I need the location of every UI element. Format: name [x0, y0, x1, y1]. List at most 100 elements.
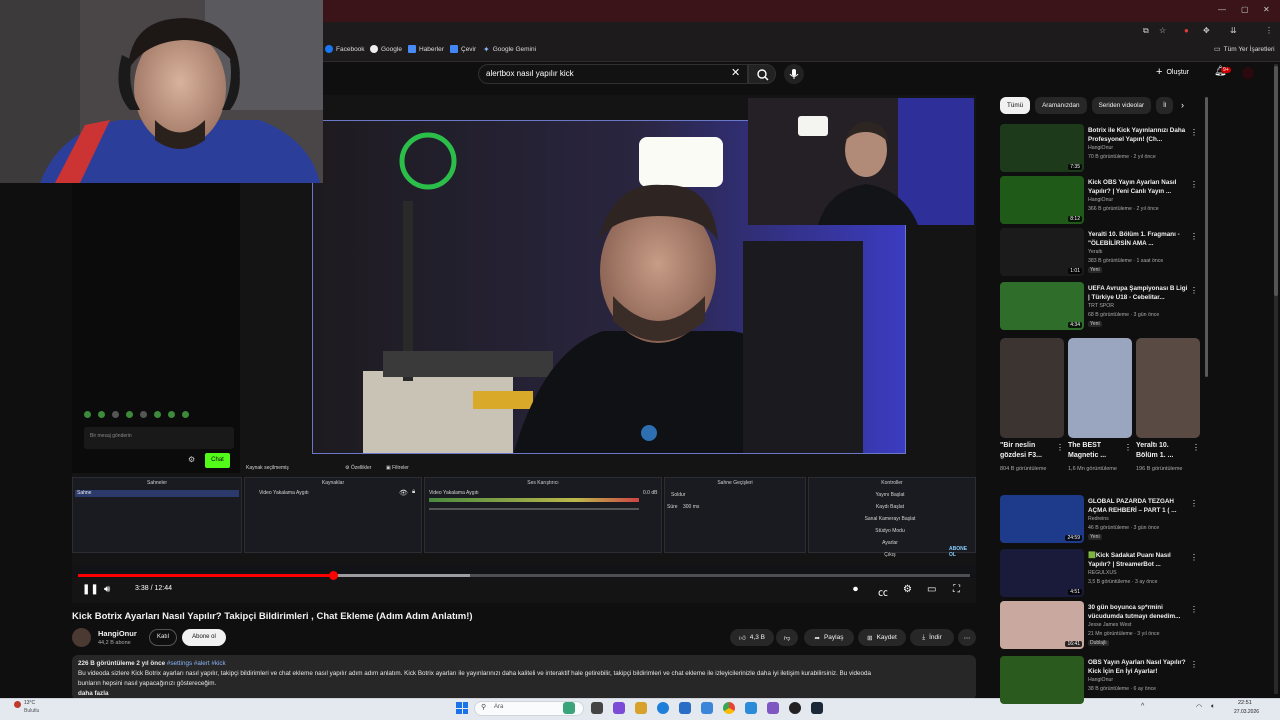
recommendation-title[interactable]: UEFA Avrupa Şampiyonası B Ligi | Türkiye…	[1088, 284, 1188, 302]
bookmark-cevir[interactable]: Çevir	[450, 45, 476, 53]
start-virtual-camera-button[interactable]: Sanal Kamerayı Başlat	[812, 515, 968, 524]
short-thumbnail[interactable]	[1068, 338, 1132, 438]
extension-icon[interactable]: ●	[1184, 26, 1189, 35]
subtitles-icon[interactable]: ㏄	[878, 584, 888, 599]
recommendation-item[interactable]: OBS Yayın Ayarları Nasıl Yapılır? Kick İ…	[1000, 656, 1200, 706]
chevron-right-icon[interactable]: ›	[1181, 100, 1184, 110]
recommendation-channel[interactable]: REGULXUS	[1088, 570, 1117, 576]
recommendation-item[interactable]: 1:01 Yeralti 10. Bölüm 1. Fragmanı - "ÖLE…	[1000, 228, 1200, 278]
settings-button[interactable]: Ayarlar	[812, 539, 968, 548]
download-button[interactable]: ⤓ İndir	[910, 629, 954, 646]
downloads-icon[interactable]: ⇊	[1230, 26, 1237, 35]
short-title[interactable]: Yeraltı 10. Bölüm 1. ...	[1136, 441, 1188, 461]
save-button[interactable]: ⊞ Kaydet	[858, 629, 906, 646]
source-item[interactable]: Video Yakalama Aygıtı	[259, 490, 309, 496]
recommendation-title[interactable]: Yeralti 10. Bölüm 1. Fragmanı - "ÖLEBİLİ…	[1088, 230, 1188, 248]
studio-mode-button[interactable]: Stüdyo Modu	[812, 527, 968, 536]
speaker-icon[interactable]: 🔈︎	[1211, 703, 1215, 711]
chip-all[interactable]: Tümü	[1000, 97, 1031, 114]
short-thumbnail[interactable]	[1000, 338, 1064, 438]
chat-message-input[interactable]: Bir mesaj gönderin	[84, 427, 234, 449]
recommendation-item[interactable]: 24:59 GLOBAL PAZARDA TEZGAH AÇMA REHBERİ …	[1000, 495, 1200, 545]
volume-icon[interactable]: 🔊︎	[104, 584, 110, 595]
weather-temperature[interactable]: 13°C	[24, 700, 35, 706]
chip-series[interactable]: Seriden videolar	[1091, 97, 1152, 114]
page-scrollbar-thumb[interactable]	[1274, 66, 1278, 296]
recommendation-item[interactable]: 4:51 🟩Kick Sadakat Puanı Nasıl Yapılır? |…	[1000, 549, 1200, 599]
bookmark-haberler[interactable]: Haberler	[408, 45, 444, 53]
more-options-icon[interactable]: ⋮	[1190, 660, 1198, 669]
search-query-text[interactable]: alertbox nasıl yapılır kick	[486, 69, 574, 78]
recommendation-title[interactable]: 30 gün boyunca sp*rmini vücudumda tutmay…	[1088, 603, 1188, 621]
more-options-icon[interactable]: ⋮	[1190, 180, 1198, 189]
more-options-icon[interactable]: ⋮	[1190, 553, 1198, 562]
video-thumbnail[interactable]: 4:51	[1000, 549, 1084, 597]
app-icon-1[interactable]	[613, 702, 625, 714]
start-recording-button[interactable]: Kaydı Başlat	[812, 503, 968, 512]
extensions-puzzle-icon[interactable]: ✥	[1203, 26, 1210, 35]
recommendation-channel[interactable]: Redreins	[1088, 516, 1109, 522]
recommendation-channel[interactable]: Jesse James West	[1088, 622, 1131, 628]
subscribe-button[interactable]: Abone ol	[182, 629, 226, 646]
all-bookmarks[interactable]: ▭ Tüm Yer İşaretleri	[1214, 45, 1275, 54]
recommendation-item[interactable]: 7:35 Botrix ile Kick Yayınlarınızı Daha P…	[1000, 124, 1200, 174]
clear-search-icon[interactable]: ✕	[731, 66, 740, 79]
settings-gear-icon[interactable]: ⚙	[903, 584, 912, 595]
minimize-icon[interactable]: —	[1218, 5, 1226, 14]
fullscreen-icon[interactable]: ⛶	[953, 584, 960, 595]
chat-send-button[interactable]: Chat	[205, 453, 230, 468]
hashtags[interactable]: #settings #alert #kick	[167, 660, 226, 667]
search-button[interactable]	[748, 64, 776, 84]
filters-button[interactable]: ▣ Filtreler	[386, 465, 409, 471]
scene-item[interactable]: Sahne	[75, 490, 239, 497]
recommendation-channel[interactable]: Yeraltı	[1088, 249, 1103, 255]
store-icon[interactable]	[679, 702, 691, 714]
chip-from-search[interactable]: Aramanızdan	[1035, 97, 1087, 114]
discord-icon[interactable]	[767, 702, 779, 714]
volume-slider[interactable]	[429, 508, 639, 510]
voice-search-button[interactable]	[784, 64, 804, 84]
clock-time[interactable]: 22:51	[1238, 700, 1252, 706]
recommendation-title[interactable]: 🟩Kick Sadakat Puanı Nasıl Yapılır? | Str…	[1088, 551, 1188, 569]
recommendation-item[interactable]: 4:34 UEFA Avrupa Şampiyonası B Ligi | Tür…	[1000, 282, 1200, 332]
miniplayer-icon[interactable]: ▭	[927, 584, 936, 595]
channel-avatar[interactable]	[72, 628, 91, 647]
close-window-icon[interactable]: ✕	[1263, 5, 1270, 14]
recommendation-item[interactable]: 8:12 Kick OBS Yayın Ayarları Nasıl Yapılı…	[1000, 176, 1200, 226]
short-title[interactable]: The BEST Magnetic ...	[1068, 441, 1120, 461]
more-options-icon[interactable]: ⋮	[1190, 605, 1198, 614]
sidebar-scrollbar[interactable]	[1205, 97, 1208, 377]
bookmark-gemini[interactable]: ✦ Google Gemini	[483, 45, 536, 54]
file-explorer-icon[interactable]	[635, 702, 647, 714]
lock-icon[interactable]: 🔒︎	[412, 489, 415, 496]
recommendation-channel[interactable]: HangiOnur	[1088, 197, 1113, 203]
maximize-icon[interactable]: ▢	[1241, 5, 1249, 14]
install-icon[interactable]: ⧉	[1143, 26, 1149, 36]
steam-icon[interactable]	[811, 702, 823, 714]
video-thumbnail[interactable]	[1000, 656, 1084, 704]
obs-icon[interactable]	[789, 702, 801, 714]
widget-app-icon[interactable]	[563, 702, 575, 714]
recommendation-title[interactable]: OBS Yayın Ayarları Nasıl Yapılır? Kick İ…	[1088, 658, 1188, 676]
pause-icon[interactable]: ❚❚	[82, 584, 99, 595]
create-button[interactable]: + Oluştur	[1156, 66, 1189, 78]
mail-icon[interactable]	[701, 702, 713, 714]
more-options-icon[interactable]: ⋮	[1190, 499, 1198, 508]
video-thumbnail[interactable]: 24:59	[1000, 495, 1084, 543]
windows-start-icon[interactable]	[456, 702, 468, 714]
dislike-button[interactable]: 👎︎	[776, 629, 798, 646]
short-title[interactable]: "Bir neslin gözdesi F3...	[1000, 441, 1052, 461]
more-options-icon[interactable]: ⋮	[1190, 232, 1198, 241]
chrome-icon[interactable]	[723, 702, 735, 714]
task-view-icon[interactable]	[591, 702, 603, 714]
video-thumbnail[interactable]: 16:41	[1000, 601, 1084, 649]
short-thumbnail[interactable]	[1136, 338, 1200, 438]
share-button[interactable]: ➦ Paylaş	[804, 629, 854, 646]
recommendation-channel[interactable]: HangiOnur	[1088, 677, 1113, 683]
duration-input[interactable]: 300 ms	[683, 504, 699, 510]
recommendation-item[interactable]: 16:41 30 gün boyunca sp*rmini vücudumda t…	[1000, 601, 1200, 651]
gear-icon[interactable]: ⚙	[188, 455, 195, 464]
app-icon-2[interactable]	[745, 702, 757, 714]
video-thumbnail[interactable]: 4:34	[1000, 282, 1084, 330]
edge-icon[interactable]	[657, 702, 669, 714]
